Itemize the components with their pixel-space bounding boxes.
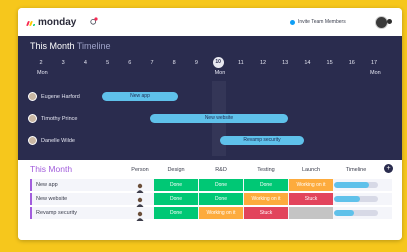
column-header-design[interactable]: Design — [154, 167, 198, 173]
timeline-title-main: This Month — [30, 41, 75, 51]
timeline-bar[interactable]: Revamp security — [220, 136, 304, 145]
timeline-cell[interactable] — [334, 210, 378, 216]
weekday-label: Mon — [214, 70, 226, 76]
day-label: 7 — [150, 60, 154, 66]
status-cell-design[interactable]: Done — [154, 193, 198, 205]
status-cell-launch[interactable]: Stuck — [289, 193, 333, 205]
invite-icon — [290, 19, 295, 25]
avatar — [28, 92, 37, 101]
day-label: 5 — [106, 60, 110, 66]
status-cell-design[interactable]: Done — [154, 179, 198, 191]
timeline-bar[interactable]: New website — [150, 114, 288, 123]
account-menu-icon[interactable] — [387, 19, 392, 24]
timeline-bar[interactable]: New app — [102, 92, 178, 101]
person-avatar-icon[interactable] — [136, 194, 144, 207]
invite-label: Invite Team Members — [298, 19, 346, 25]
group-color-bar — [30, 207, 32, 219]
weekday-label: Mon — [37, 70, 48, 76]
column-header-testing[interactable]: Testing — [244, 167, 288, 173]
day-label: 13 — [282, 60, 289, 66]
timeline-title-sub: Timeline — [76, 41, 111, 51]
column-header-launch[interactable]: Launch — [289, 167, 333, 173]
day-label: 3 — [61, 60, 65, 66]
timeline-cell[interactable] — [334, 182, 378, 188]
timeline-person-row: Eugene Harford — [28, 92, 80, 101]
person-avatar-icon[interactable] — [136, 180, 144, 193]
day-label: 15 — [326, 60, 333, 66]
status-cell-rnd[interactable]: Done — [199, 179, 243, 191]
weekday-label: Mon — [370, 70, 381, 76]
board-table: This Month Person Design R&D Testing Lau… — [18, 160, 402, 240]
group-color-bar — [30, 193, 32, 205]
add-column-button[interactable]: + — [384, 164, 393, 173]
status-cell-rnd[interactable]: Working on it — [199, 207, 243, 219]
day-label: 11 — [237, 60, 244, 66]
timeline-panel: This Month Timeline 2 3 4 5 6 7 8 9 10 11 12 13 14 15… — [18, 36, 402, 160]
group-color-bar — [30, 179, 32, 191]
group-title[interactable]: This Month — [30, 164, 72, 174]
day-label: 10 — [212, 57, 224, 68]
monday-logo[interactable]: monday — [26, 17, 77, 28]
timeline-person-row: Timothy Prince — [28, 114, 77, 123]
notification-icon[interactable] — [90, 17, 98, 25]
invite-team-button[interactable]: Invite Team Members — [290, 19, 346, 25]
day-axis: 2 3 4 5 6 7 8 9 10 11 12 13 14 15 16 17 Mon Mon Mon — [18, 57, 402, 80]
app-window: monday Invite Team Members This Month Ti… — [18, 8, 402, 240]
person-name: Danelle Wilde — [41, 137, 75, 144]
day-label: 6 — [128, 60, 132, 66]
day-label: 2 — [39, 60, 43, 66]
avatar — [28, 114, 37, 123]
status-cell-launch[interactable] — [289, 207, 333, 219]
top-bar: monday Invite Team Members — [18, 8, 402, 36]
timeline-progress-fill — [334, 182, 370, 188]
day-label: 8 — [172, 60, 176, 66]
day-label: 4 — [83, 60, 87, 66]
day-label: 14 — [304, 60, 311, 66]
person-name: Eugene Harford — [41, 93, 80, 100]
item-name[interactable]: New website — [36, 193, 67, 205]
brand-name: monday — [38, 17, 77, 28]
column-header-timeline[interactable]: Timeline — [334, 167, 378, 173]
timeline-title: This Month Timeline — [30, 41, 111, 51]
column-header-person[interactable]: Person — [128, 167, 152, 173]
day-label: 12 — [259, 60, 267, 66]
timeline-person-row: Danelle Wilde — [28, 136, 75, 145]
timeline-progress-fill — [334, 210, 354, 216]
item-name[interactable]: New app — [36, 179, 58, 191]
timeline-progress-fill — [334, 196, 361, 202]
day-label: 17 — [370, 60, 378, 66]
person-name: Timothy Prince — [41, 115, 78, 122]
monday-logo-icon — [26, 20, 36, 26]
status-cell-design[interactable]: Done — [154, 207, 198, 219]
person-avatar-icon[interactable] — [136, 208, 144, 221]
status-cell-rnd[interactable]: Done — [199, 193, 243, 205]
day-label: 9 — [194, 60, 198, 66]
avatar — [28, 136, 37, 145]
day-label: 16 — [348, 60, 355, 66]
item-name[interactable]: Revamp security — [36, 207, 77, 219]
status-cell-launch[interactable]: Working on it — [289, 179, 333, 191]
timeline-cell[interactable] — [334, 196, 378, 202]
column-header-rnd[interactable]: R&D — [199, 167, 243, 173]
status-cell-testing[interactable]: Working on it — [244, 193, 288, 205]
user-avatar[interactable] — [375, 16, 388, 29]
status-cell-testing[interactable]: Done — [244, 179, 288, 191]
status-cell-testing[interactable]: Stuck — [244, 207, 288, 219]
